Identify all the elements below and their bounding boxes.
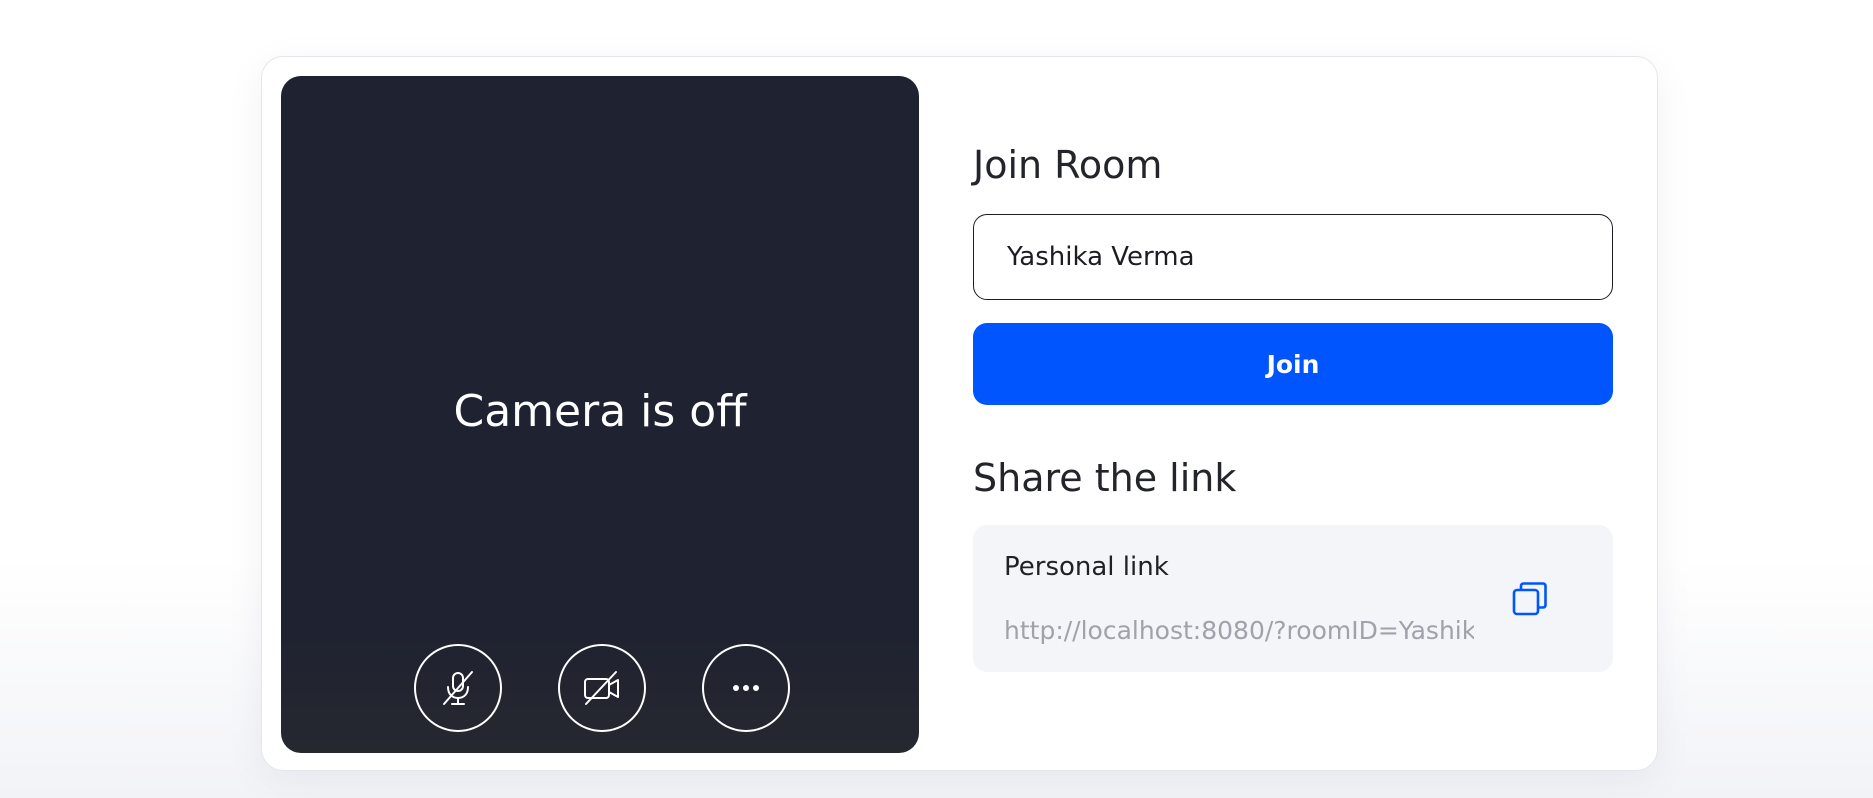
join-button[interactable]: Join <box>973 323 1613 405</box>
copy-icon <box>1512 582 1547 616</box>
preview-controls <box>281 644 919 732</box>
join-room-card: Camera is off Join Room Yashika Verma Jo… <box>261 56 1658 771</box>
toggle-microphone-button[interactable] <box>414 644 502 732</box>
microphone-off-icon <box>443 671 473 705</box>
camera-off-icon <box>584 671 619 705</box>
join-room-heading: Join Room <box>973 143 1163 187</box>
copy-link-button[interactable] <box>1508 577 1552 621</box>
display-name-input[interactable] <box>973 214 1613 300</box>
more-options-icon <box>733 685 759 691</box>
more-options-button[interactable] <box>702 644 790 732</box>
toggle-camera-button[interactable] <box>558 644 646 732</box>
camera-status-text: Camera is off <box>453 386 747 437</box>
share-link-heading: Share the link <box>973 456 1237 500</box>
personal-link-url[interactable]: http://localhost:8080/?roomID=Yashika <box>1004 616 1474 645</box>
personal-link-title: Personal link <box>1004 552 1169 582</box>
personal-link-box: Personal link http://localhost:8080/?roo… <box>973 525 1613 672</box>
video-preview: Camera is off <box>281 76 919 753</box>
